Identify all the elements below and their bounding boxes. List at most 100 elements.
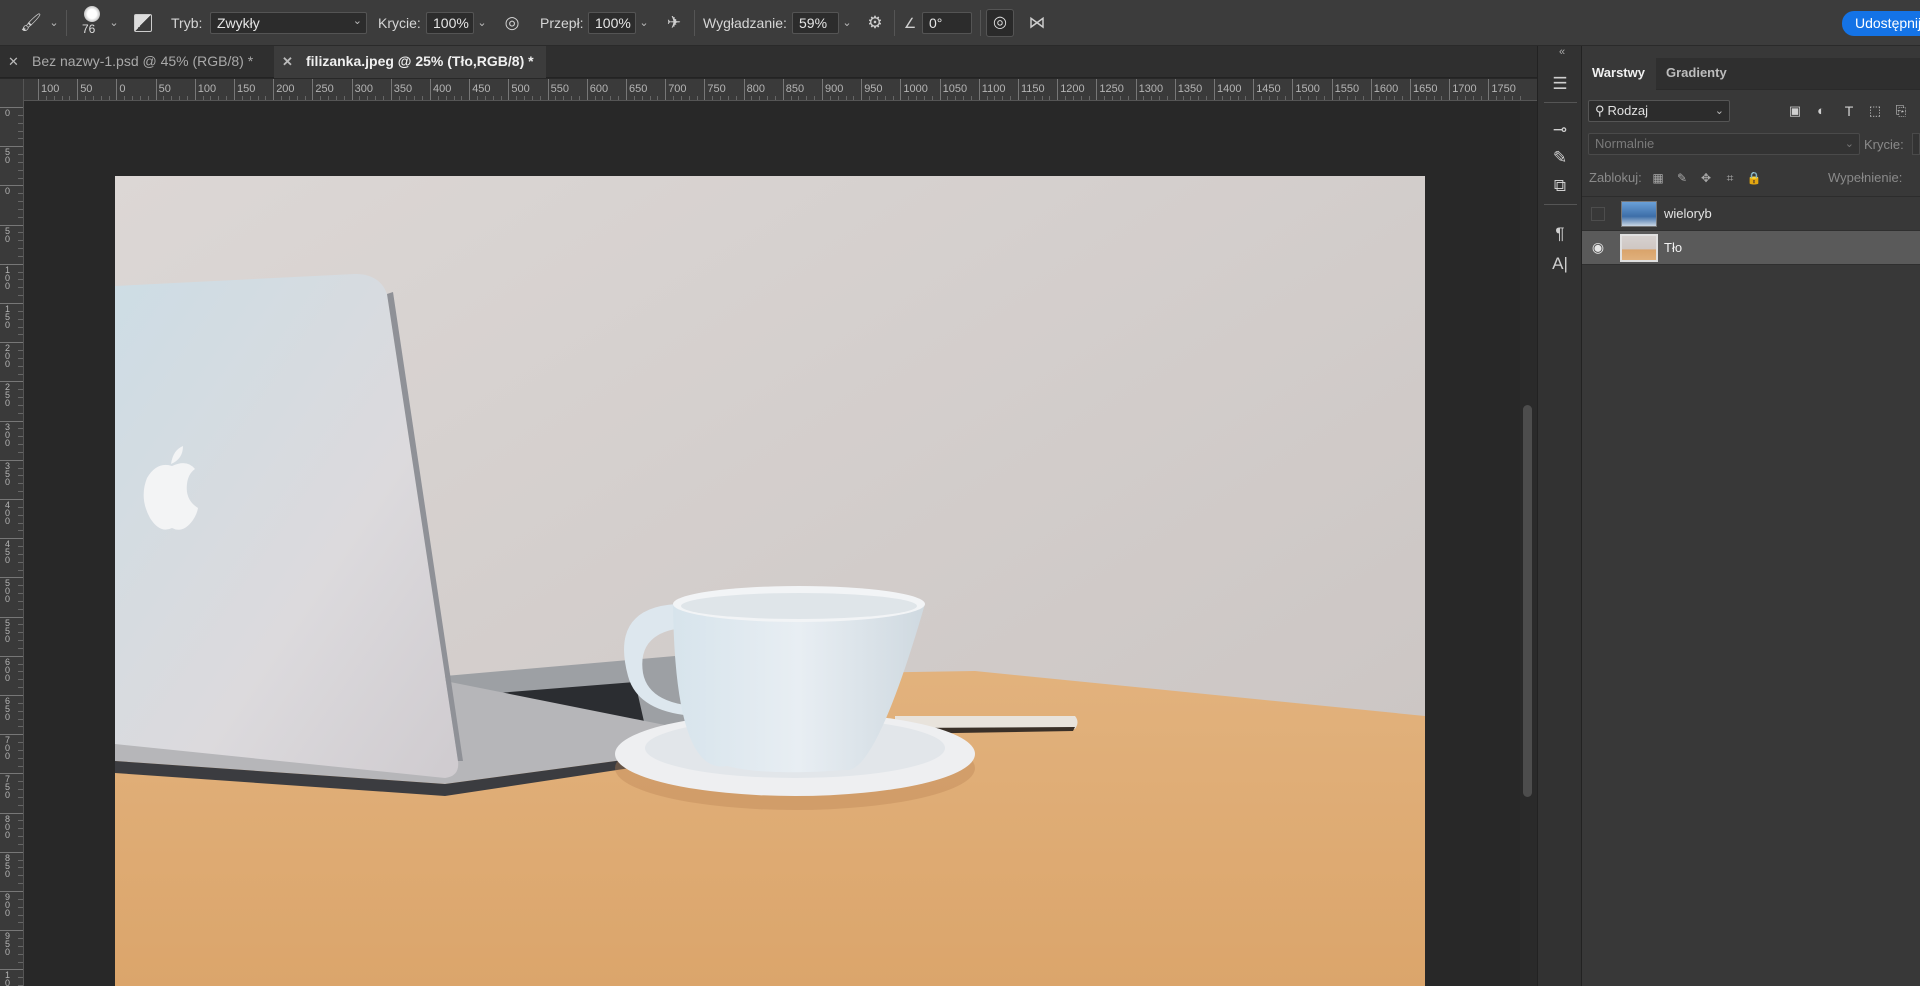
paragraph-icon[interactable]: ¶ xyxy=(1547,222,1573,246)
mode-label: Tryb: xyxy=(171,15,203,31)
ruler-tick xyxy=(0,577,23,579)
mode-select-chevron-icon: ⌄ xyxy=(352,15,362,27)
ruler-label: 200 xyxy=(276,83,295,95)
ruler-tick xyxy=(38,79,39,100)
tab-gradients[interactable]: Gradienty xyxy=(1656,58,1737,90)
lock-transparency-icon[interactable]: ▦ xyxy=(1648,166,1668,190)
adjustments-icon[interactable]: ☰ xyxy=(1547,72,1573,96)
brush-picker-chevron-icon[interactable]: ⌄ xyxy=(107,14,121,32)
separator xyxy=(694,10,695,36)
close-icon[interactable]: ✕ xyxy=(8,47,22,77)
brushes-icon[interactable]: ✎ xyxy=(1547,146,1573,170)
separator xyxy=(980,10,981,36)
tool-preset-chevron-icon[interactable]: ⌄ xyxy=(47,14,61,32)
ruler-label: 100 xyxy=(41,83,60,95)
document-image[interactable] xyxy=(115,176,1425,986)
tab-document-2[interactable]: ✕ filizanka.jpeg @ 25% (Tło,RGB/8) * xyxy=(274,46,546,78)
ruler-tick xyxy=(469,79,471,100)
ruler-label: 500 xyxy=(5,578,11,605)
opacity-chevron-icon[interactable]: ⌄ xyxy=(475,14,489,32)
angle-input[interactable]: 0° xyxy=(922,12,972,34)
separator xyxy=(1544,102,1577,103)
ruler-label: 650 xyxy=(629,83,648,95)
brush-preview-icon[interactable] xyxy=(84,6,100,22)
chevron-down-icon: ⌄ xyxy=(1714,105,1724,117)
ruler-tick xyxy=(1410,79,1411,100)
canvas-scrollbar-thumb[interactable] xyxy=(1523,405,1532,797)
smoothing-label: Wygładzanie: xyxy=(703,15,787,31)
ruler-tick xyxy=(1488,79,1490,100)
filter-pixel-layers-icon[interactable]: ▣ xyxy=(1784,99,1806,123)
filter-adjustment-layers-icon[interactable]: ◐ xyxy=(1810,99,1832,123)
ruler-tick xyxy=(0,263,23,265)
gear-icon[interactable]: ⚙ xyxy=(863,11,887,35)
smoothing-input[interactable]: 59% xyxy=(792,12,839,34)
ruler-label: 950 xyxy=(5,931,11,958)
horizontal-ruler[interactable]: 100 50 0 50 100 150 200 250 300 350 400 450 500 550 60… xyxy=(24,79,1537,101)
eye-icon[interactable]: ◉ xyxy=(1589,239,1607,256)
airbrush-icon[interactable]: ✈ xyxy=(662,11,686,35)
ruler-label: 1150 xyxy=(1021,83,1045,95)
brush-tool-icon[interactable]: 🖌 xyxy=(18,11,44,35)
visibility-toggle-off[interactable] xyxy=(1591,207,1605,221)
ruler-tick xyxy=(0,303,23,304)
share-button[interactable]: Udostępnij xyxy=(1842,11,1920,36)
lock-artboard-icon[interactable]: ⌗ xyxy=(1720,166,1740,190)
pressure-size-icon[interactable]: ◎ xyxy=(986,9,1014,37)
brush-settings-panel-icon[interactable] xyxy=(134,14,152,32)
blend-mode-select[interactable]: Normalnie ⌄ xyxy=(1588,133,1860,155)
blend-mode-value: Normalnie xyxy=(1595,136,1655,151)
layer-thumbnail xyxy=(1621,201,1657,227)
ruler-tick xyxy=(939,79,941,100)
ruler-label: 850 xyxy=(5,852,11,879)
mode-select[interactable]: Zwykły ⌄ xyxy=(210,12,367,34)
ruler-label: 50 xyxy=(80,83,93,95)
ruler-label: 100 xyxy=(5,264,11,291)
vertical-ruler[interactable]: 0 50 0 50 100 150 200 250 300 350 400 450 500 550 600 6… xyxy=(0,79,24,986)
layer-name: wieloryb xyxy=(1664,206,1712,221)
ruler-tick xyxy=(0,891,23,892)
layer-opacity-input[interactable] xyxy=(1912,133,1920,155)
ruler-label: 1200 xyxy=(1060,83,1085,95)
ruler-label: 500 xyxy=(511,83,530,95)
tab-layers[interactable]: Warstwy xyxy=(1582,58,1656,90)
ruler-tick xyxy=(1370,79,1372,100)
lock-position-icon[interactable]: ✥ xyxy=(1696,166,1716,190)
ruler-label: 1250 xyxy=(1099,83,1124,95)
filter-smart-objects-icon[interactable]: ⎘ xyxy=(1890,99,1912,123)
opacity-input[interactable]: 100% xyxy=(426,12,474,34)
ruler-label: 900 xyxy=(825,83,844,95)
layer-row-wieloryb[interactable]: wieloryb xyxy=(1582,197,1920,231)
ruler-label: 250 xyxy=(315,83,334,95)
document-tabs: ✕ Bez nazwy-1.psd @ 45% (RGB/8) * ✕ filiza… xyxy=(0,46,1537,78)
flow-chevron-icon[interactable]: ⌄ xyxy=(637,14,651,32)
close-icon[interactable]: ✕ xyxy=(282,47,296,77)
brush-settings-icon[interactable]: ⊸ xyxy=(1547,118,1573,142)
pressure-opacity-icon[interactable]: ◎ xyxy=(500,11,524,35)
ruler-label: 1000 xyxy=(5,970,11,986)
lock-pixels-icon[interactable]: ✎ xyxy=(1672,166,1692,190)
flow-input[interactable]: 100% xyxy=(588,12,636,34)
layer-opacity-label: Krycie: xyxy=(1864,137,1904,152)
ruler-tick xyxy=(0,499,23,500)
lock-all-icon[interactable]: 🔒 xyxy=(1744,166,1764,190)
ruler-label: 1500 xyxy=(1295,83,1320,95)
clone-source-icon[interactable]: ⧉ xyxy=(1547,174,1573,198)
layer-row-tlo[interactable]: ◉ Tło xyxy=(1582,231,1920,265)
ruler-tick xyxy=(0,773,23,775)
collapse-panels-icon[interactable]: « xyxy=(1559,46,1565,58)
ruler-tick xyxy=(1214,79,1215,100)
ruler-tick xyxy=(351,79,353,100)
ruler-label: 600 xyxy=(5,656,11,683)
ruler-label: 800 xyxy=(746,83,765,95)
character-icon[interactable]: A| xyxy=(1547,252,1573,276)
ruler-tick xyxy=(1449,79,1451,100)
smoothing-chevron-icon[interactable]: ⌄ xyxy=(840,14,854,32)
layer-filter-select[interactable]: ⚲ Rodzaj ⌄ xyxy=(1588,100,1730,122)
symmetry-butterfly-icon[interactable]: ⋈ xyxy=(1024,11,1050,35)
ruler-tick xyxy=(116,79,118,100)
filter-type-layers-icon[interactable]: T xyxy=(1838,99,1860,123)
filter-shape-layers-icon[interactable]: ⬚ xyxy=(1864,99,1886,123)
ruler-label: 1050 xyxy=(942,83,968,95)
tab-document-1[interactable]: ✕ Bez nazwy-1.psd @ 45% (RGB/8) * xyxy=(0,46,276,78)
